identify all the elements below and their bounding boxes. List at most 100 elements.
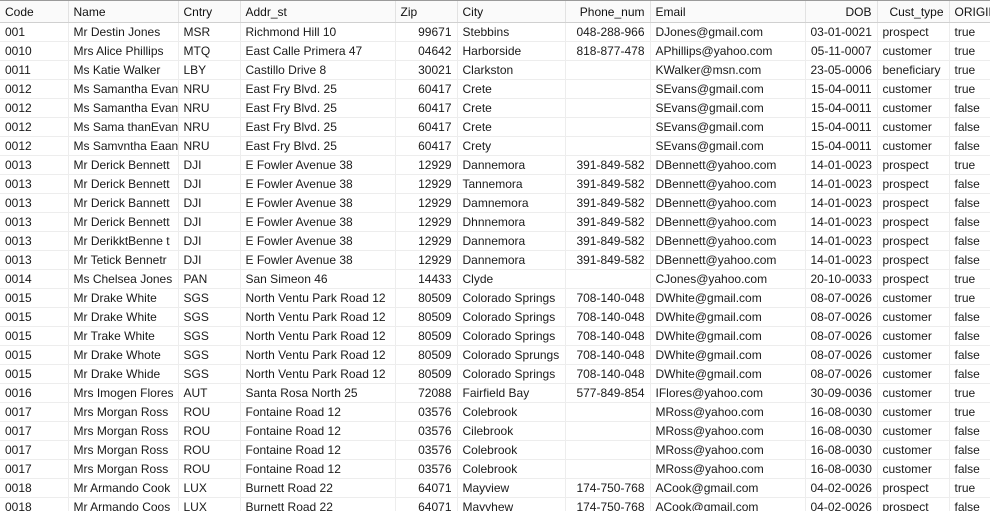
cell-ctype[interactable]: prospect <box>877 269 950 289</box>
cell-cntry[interactable]: SGS <box>178 345 241 365</box>
cell-ctype[interactable]: customer <box>877 326 950 346</box>
cell-phone[interactable]: 391-849-582 <box>565 174 651 194</box>
cell-cntry[interactable]: DJI <box>178 231 241 251</box>
cell-name[interactable]: Mr Armando Coos <box>68 497 179 511</box>
table-row[interactable]: 0016 Mrs Imogen Flores AUT Santa Rosa North… <box>0 383 990 403</box>
cell-dob[interactable]: 30-09-0036 <box>805 383 878 403</box>
table-row[interactable]: 0013 Mr Derick Bennett DJI E Fowler Avenue … <box>0 155 990 175</box>
cell-dob[interactable]: 08-07-0026 <box>805 326 878 346</box>
cell-email[interactable]: SEvans@gmail.com <box>650 117 806 137</box>
cell-zip[interactable]: 80509 <box>395 288 458 308</box>
cell-code[interactable]: 0013 <box>0 212 69 232</box>
cell-phone[interactable]: 577-849-854 <box>565 383 651 403</box>
cell-dob[interactable]: 14-01-0023 <box>805 174 878 194</box>
cell-ctype[interactable]: customer <box>877 402 950 422</box>
cell-zip[interactable]: 12929 <box>395 193 458 213</box>
cell-ctype[interactable]: customer <box>877 307 950 327</box>
cell-cntry[interactable]: AUT <box>178 383 241 403</box>
cell-email[interactable]: CJones@yahoo.com <box>650 269 806 289</box>
cell-orig[interactable]: false <box>949 326 990 346</box>
cell-addr[interactable]: E Fowler Avenue 38 <box>240 193 396 213</box>
cell-dob[interactable]: 05-11-0007 <box>805 41 878 61</box>
cell-code[interactable]: 0010 <box>0 41 69 61</box>
cell-ctype[interactable]: customer <box>877 364 950 384</box>
cell-dob[interactable]: 15-04-0011 <box>805 117 878 137</box>
cell-phone[interactable] <box>565 79 651 99</box>
cell-email[interactable]: DBennett@yahoo.com <box>650 193 806 213</box>
table-row[interactable]: 0015 Mr Drake Whide SGS North Ventu Park Ro… <box>0 364 990 384</box>
cell-addr[interactable]: Fontaine Road 12 <box>240 402 396 422</box>
cell-name[interactable]: Mrs Imogen Flores <box>68 383 179 403</box>
cell-cntry[interactable]: LBY <box>178 60 241 80</box>
cell-ctype[interactable]: customer <box>877 440 950 460</box>
cell-orig[interactable]: true <box>949 22 990 42</box>
cell-city[interactable]: Colorado Sprungs <box>457 345 566 365</box>
cell-ctype[interactable]: prospect <box>877 231 950 251</box>
cell-name[interactable]: Mr Drake White <box>68 288 179 308</box>
cell-cntry[interactable]: ROU <box>178 421 241 441</box>
cell-phone[interactable]: 391-849-582 <box>565 231 651 251</box>
cell-dob[interactable]: 04-02-0026 <box>805 497 878 511</box>
cell-code[interactable]: 0017 <box>0 440 69 460</box>
cell-phone[interactable] <box>565 440 651 460</box>
cell-code[interactable]: 0013 <box>0 155 69 175</box>
cell-cntry[interactable]: DJI <box>178 155 241 175</box>
cell-cntry[interactable]: LUX <box>178 478 241 498</box>
cell-city[interactable]: Clarkston <box>457 60 566 80</box>
cell-addr[interactable]: Burnett Road 22 <box>240 497 396 511</box>
cell-dob[interactable]: 08-07-0026 <box>805 307 878 327</box>
cell-orig[interactable]: false <box>949 250 990 270</box>
cell-phone[interactable] <box>565 60 651 80</box>
cell-zip[interactable]: 72088 <box>395 383 458 403</box>
cell-phone[interactable] <box>565 269 651 289</box>
column-header-orig[interactable]: ORIGINAL_MARK <box>949 1 990 23</box>
cell-ctype[interactable]: customer <box>877 459 950 479</box>
cell-code[interactable]: 0017 <box>0 402 69 422</box>
cell-name[interactable]: Mr Armando Cook <box>68 478 179 498</box>
cell-dob[interactable]: 08-07-0026 <box>805 364 878 384</box>
cell-ctype[interactable]: prospect <box>877 193 950 213</box>
cell-name[interactable]: Mrs Morgan Ross <box>68 459 179 479</box>
cell-cntry[interactable]: DJI <box>178 250 241 270</box>
cell-name[interactable]: Ms Chelsea Jones <box>68 269 179 289</box>
cell-city[interactable]: Damnemora <box>457 193 566 213</box>
cell-orig[interactable]: false <box>949 193 990 213</box>
column-header-cntry[interactable]: Cntry <box>178 1 241 23</box>
cell-code[interactable]: 0015 <box>0 345 69 365</box>
cell-addr[interactable]: East Fry Blvd. 25 <box>240 136 396 156</box>
cell-zip[interactable]: 12929 <box>395 155 458 175</box>
cell-dob[interactable]: 20-10-0033 <box>805 269 878 289</box>
table-row[interactable]: 0012 Ms Samantha Evans NRU East Fry Blvd. 2… <box>0 79 990 99</box>
cell-code[interactable]: 0015 <box>0 307 69 327</box>
cell-addr[interactable]: North Ventu Park Road 12 <box>240 326 396 346</box>
cell-addr[interactable]: Castillo Drive 8 <box>240 60 396 80</box>
cell-dob[interactable]: 04-02-0026 <box>805 478 878 498</box>
cell-zip[interactable]: 14433 <box>395 269 458 289</box>
cell-cntry[interactable]: ROU <box>178 440 241 460</box>
cell-phone[interactable]: 708-140-048 <box>565 364 651 384</box>
table-row[interactable]: 0012 Ms Sama thanEvans NRU East Fry Blvd. 2… <box>0 117 990 137</box>
cell-zip[interactable]: 80509 <box>395 345 458 365</box>
cell-name[interactable]: Ms Samvntha Eaans <box>68 136 179 156</box>
cell-cntry[interactable]: NRU <box>178 98 241 118</box>
cell-email[interactable]: SEvans@gmail.com <box>650 98 806 118</box>
cell-dob[interactable]: 16-08-0030 <box>805 402 878 422</box>
cell-cntry[interactable]: ROU <box>178 402 241 422</box>
cell-city[interactable]: Cilebrook <box>457 421 566 441</box>
cell-phone[interactable]: 391-849-582 <box>565 250 651 270</box>
cell-dob[interactable]: 14-01-0023 <box>805 212 878 232</box>
cell-orig[interactable]: true <box>949 383 990 403</box>
cell-city[interactable]: Crety <box>457 136 566 156</box>
cell-name[interactable]: Ms Katie Walker <box>68 60 179 80</box>
cell-ctype[interactable]: customer <box>877 345 950 365</box>
cell-city[interactable]: Mayview <box>457 478 566 498</box>
cell-email[interactable]: DWhite@gmail.com <box>650 288 806 308</box>
cell-code[interactable]: 0013 <box>0 174 69 194</box>
cell-ctype[interactable]: customer <box>877 117 950 137</box>
cell-orig[interactable]: false <box>949 231 990 251</box>
cell-dob[interactable]: 14-01-0023 <box>805 231 878 251</box>
cell-code[interactable]: 0012 <box>0 136 69 156</box>
cell-zip[interactable]: 80509 <box>395 364 458 384</box>
cell-phone[interactable]: 391-849-582 <box>565 155 651 175</box>
cell-phone[interactable]: 708-140-048 <box>565 345 651 365</box>
